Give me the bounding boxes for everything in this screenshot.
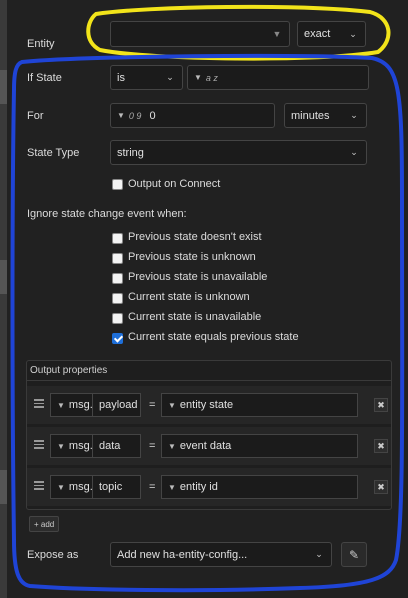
type-dropdown-icon[interactable]: ▼ bbox=[168, 401, 176, 410]
type-dropdown-icon[interactable]: ▼ bbox=[168, 483, 176, 492]
ignore-option-checkbox[interactable] bbox=[112, 233, 123, 244]
property-prefix-text: msg. bbox=[68, 481, 93, 493]
entity-label: Entity bbox=[27, 38, 55, 50]
property-value-input[interactable]: ▼ entity state bbox=[161, 393, 358, 417]
chevron-down-icon: ⌄ bbox=[349, 28, 357, 39]
if-state-operator-select[interactable]: is ⌄ bbox=[110, 65, 183, 90]
type-dropdown-icon[interactable]: ▼ bbox=[57, 483, 65, 492]
entity-match-value: exact bbox=[304, 28, 331, 40]
entity-match-select[interactable]: exact ⌄ bbox=[297, 21, 366, 47]
left-edge-nub bbox=[0, 470, 7, 504]
equals-sign: = bbox=[149, 440, 156, 452]
delete-icon[interactable]: ✖ bbox=[374, 398, 388, 412]
ignore-option-checkbox[interactable] bbox=[112, 293, 123, 304]
ignore-heading: Ignore state change event when: bbox=[27, 208, 187, 220]
equals-sign: = bbox=[149, 481, 156, 493]
property-name: payload bbox=[99, 399, 138, 411]
ignore-option-label: Previous state is unknown bbox=[128, 251, 256, 263]
property-name-input[interactable]: payload bbox=[92, 393, 141, 417]
left-edge-nub bbox=[0, 260, 7, 294]
chevron-down-icon: ⌄ bbox=[350, 110, 358, 120]
output-on-connect-label: Output on Connect bbox=[128, 178, 221, 190]
ignore-option-label: Current state equals previous state bbox=[128, 331, 299, 343]
output-properties-heading: Output properties bbox=[30, 365, 108, 376]
property-prefix-text: msg. bbox=[68, 399, 93, 411]
drag-handle-icon[interactable] bbox=[34, 481, 44, 490]
ignore-option-checkbox[interactable] bbox=[112, 253, 123, 264]
if-state-value-input[interactable]: ▼ a z bbox=[187, 65, 369, 90]
property-name: data bbox=[99, 440, 121, 452]
property-name-input[interactable]: data bbox=[92, 434, 141, 458]
chevron-down-icon: ⌄ bbox=[315, 549, 323, 559]
ignore-option-label: Current state is unknown bbox=[128, 291, 250, 303]
type-dropdown-icon[interactable]: ▼ bbox=[117, 111, 125, 120]
property-prefix[interactable]: ▼ msg. bbox=[50, 434, 93, 458]
for-label: For bbox=[27, 110, 44, 122]
property-value-input[interactable]: ▼ entity id bbox=[161, 475, 358, 499]
property-name: topic bbox=[99, 481, 123, 493]
chevron-down-icon: ▼ bbox=[272, 29, 282, 39]
chevron-down-icon: ⌄ bbox=[166, 72, 174, 82]
property-value: event data bbox=[179, 440, 232, 452]
add-property-button[interactable]: + add bbox=[29, 516, 60, 532]
ignore-option-checkbox[interactable] bbox=[112, 333, 123, 344]
expose-as-label: Expose as bbox=[27, 549, 79, 561]
property-value-input[interactable]: ▼ event data bbox=[161, 434, 358, 458]
property-prefix-text: msg. bbox=[68, 440, 93, 452]
property-prefix[interactable]: ▼ msg. bbox=[50, 393, 93, 417]
divider bbox=[27, 380, 391, 381]
for-unit-select[interactable]: minutes ⌄ bbox=[284, 103, 367, 128]
ignore-option-label: Current state is unavailable bbox=[128, 311, 262, 323]
edit-config-button[interactable]: ✎ bbox=[341, 542, 367, 567]
state-type-select[interactable]: string ⌄ bbox=[110, 140, 367, 165]
output-property-row: ▼ msg. payload = ▼ entity state ✖ bbox=[27, 386, 391, 424]
type-dropdown-icon[interactable]: ▼ bbox=[57, 442, 65, 451]
property-name-input[interactable]: topic bbox=[92, 475, 141, 499]
if-state-operator-value: is bbox=[117, 71, 125, 84]
type-dropdown-icon[interactable]: ▼ bbox=[57, 401, 65, 410]
ignore-option-label: Previous state doesn't exist bbox=[128, 231, 262, 243]
string-type-icon: a z bbox=[205, 72, 218, 83]
number-type-icon: 0 9 bbox=[128, 110, 142, 121]
equals-sign: = bbox=[149, 399, 156, 411]
property-value: entity id bbox=[179, 481, 218, 493]
ignore-option-checkbox[interactable] bbox=[112, 273, 123, 284]
output-property-row: ▼ msg. data = ▼ event data ✖ bbox=[27, 427, 391, 465]
property-value: entity state bbox=[179, 399, 234, 411]
output-on-connect-checkbox[interactable] bbox=[112, 179, 123, 190]
left-edge-nub bbox=[0, 70, 7, 104]
entity-input[interactable]: ▼ bbox=[110, 21, 290, 47]
if-state-label: If State bbox=[27, 72, 62, 84]
chevron-down-icon: ⌄ bbox=[350, 147, 358, 157]
expose-as-value: Add new ha-entity-config... bbox=[117, 548, 248, 561]
ignore-option-label: Previous state is unavailable bbox=[128, 271, 268, 283]
for-unit-value: minutes bbox=[291, 109, 330, 122]
ignore-option-checkbox[interactable] bbox=[112, 313, 123, 324]
state-type-label: State Type bbox=[27, 147, 80, 159]
state-type-value: string bbox=[117, 146, 144, 159]
drag-handle-icon[interactable] bbox=[34, 440, 44, 449]
property-prefix[interactable]: ▼ msg. bbox=[50, 475, 93, 499]
output-property-row: ▼ msg. topic = ▼ entity id ✖ bbox=[27, 468, 391, 506]
delete-icon[interactable]: ✖ bbox=[374, 480, 388, 494]
pencil-icon: ✎ bbox=[348, 547, 360, 562]
type-dropdown-icon[interactable]: ▼ bbox=[168, 442, 176, 451]
drag-handle-icon[interactable] bbox=[34, 399, 44, 408]
delete-icon[interactable]: ✖ bbox=[374, 439, 388, 453]
type-dropdown-icon[interactable]: ▼ bbox=[194, 73, 202, 82]
expose-as-select[interactable]: Add new ha-entity-config... ⌄ bbox=[110, 542, 332, 567]
for-value-input[interactable]: ▼ 0 9 0 bbox=[110, 103, 275, 128]
for-value: 0 bbox=[149, 109, 156, 122]
left-edge-strip bbox=[0, 0, 7, 598]
